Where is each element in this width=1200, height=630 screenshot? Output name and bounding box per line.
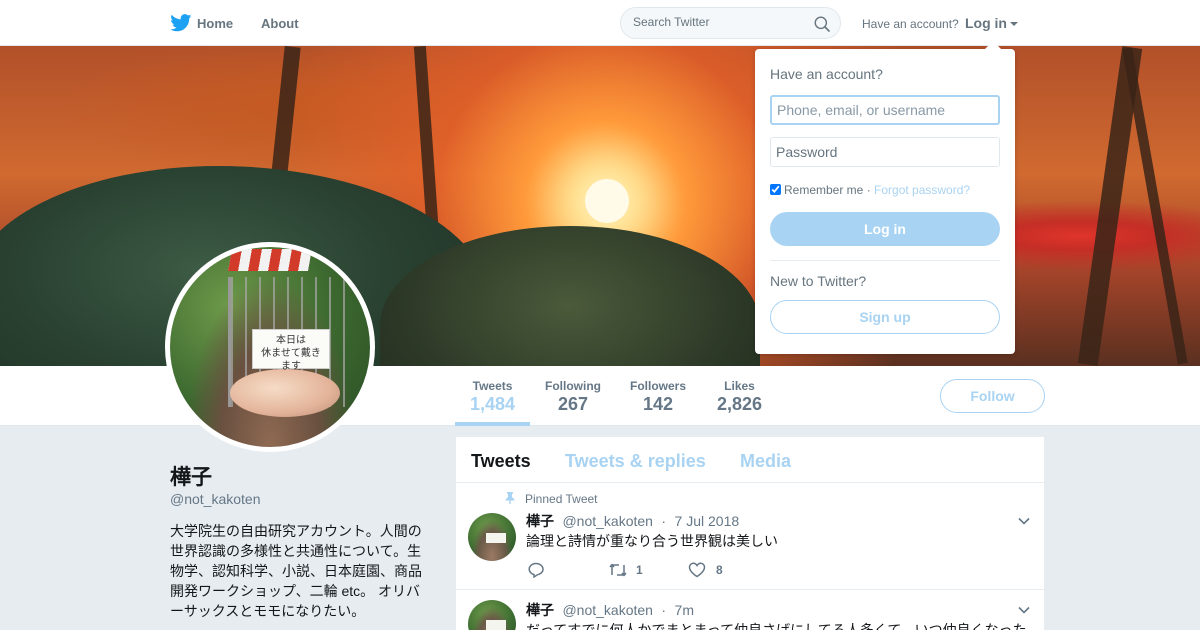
separator-dot: ·: [661, 513, 667, 529]
stat-label: Tweets: [472, 379, 513, 393]
have-account-text: Have an account?: [862, 17, 959, 31]
follow-button[interactable]: Follow: [940, 379, 1045, 413]
remember-me-label[interactable]: Remember me: [784, 183, 863, 197]
like-action[interactable]: 8: [688, 562, 738, 578]
chevron-down-icon[interactable]: [1018, 606, 1030, 614]
stat-followers[interactable]: Followers 142: [630, 379, 686, 415]
login-dropdown: Have an account? Remember me · Forgot pa…: [755, 41, 1015, 354]
tree-trunk: [1122, 47, 1188, 365]
profile-avatar[interactable]: 本日は 休ませて戴きます: [165, 242, 375, 452]
stat-value: 1,484: [470, 394, 516, 414]
remember-row: Remember me · Forgot password?: [770, 183, 970, 197]
search-box: [620, 7, 841, 39]
tweet-avatar[interactable]: [468, 600, 516, 630]
timeline-tabs: Tweets Tweets & replies Media: [456, 437, 1044, 483]
avatar-sign: 本日は 休ませて戴きます: [252, 329, 330, 372]
top-nav: Home About Have an account? Log in: [0, 0, 1200, 46]
stat-following[interactable]: Following 267: [545, 379, 601, 415]
stat-value: 267: [557, 394, 589, 414]
twitter-bird-icon[interactable]: [170, 14, 192, 32]
retweet-count: 1: [636, 563, 643, 577]
stat-label: Likes: [724, 379, 755, 393]
active-stat-indicator: [455, 422, 530, 426]
username-field[interactable]: [770, 95, 1000, 125]
tweet-timestamp[interactable]: 7m: [675, 602, 694, 618]
tweet-author-name[interactable]: 樺子: [526, 602, 554, 618]
new-to-twitter-text: New to Twitter?: [770, 273, 867, 289]
tweet-timestamp[interactable]: 7 Jul 2018: [675, 513, 740, 529]
avatar-sign: [486, 533, 506, 543]
login-button[interactable]: Log in: [770, 212, 1000, 246]
remember-me-checkbox[interactable]: [770, 184, 781, 195]
tab-tweets[interactable]: Tweets: [471, 451, 531, 472]
avatar-sign-line: 本日は: [276, 335, 306, 346]
avatar-sign-line: 休ませて戴きます: [261, 348, 321, 372]
reply-icon: [528, 562, 544, 578]
retweet-icon: [609, 563, 627, 577]
stat-label: Followers: [630, 379, 687, 393]
stat-label: Following: [545, 379, 601, 393]
tweet-item[interactable]: 樺子 @not_kakoten · 7m だってすでに何人かでまとまって仲良さげ…: [456, 590, 1044, 630]
avatar-awning: [228, 249, 312, 271]
timeline: Tweets Tweets & replies Media Pinned Twe…: [456, 437, 1044, 630]
profile-handle[interactable]: @not_kakoten: [170, 491, 261, 507]
divider: [770, 260, 1000, 261]
retweet-action[interactable]: 1: [608, 562, 658, 578]
profile-name[interactable]: 樺子: [170, 461, 212, 491]
pin-icon: [505, 492, 515, 504]
stat-value: 142: [642, 394, 674, 414]
signup-button[interactable]: Sign up: [770, 300, 1000, 334]
pinned-label: Pinned Tweet: [525, 492, 598, 506]
tweet-header: 樺子 @not_kakoten · 7 Jul 2018: [526, 511, 739, 531]
sun-glow: [585, 179, 629, 223]
search-input[interactable]: [633, 15, 803, 29]
tab-media[interactable]: Media: [740, 451, 791, 472]
forgot-password-link[interactable]: Forgot password?: [874, 183, 970, 197]
search-icon[interactable]: [814, 16, 830, 32]
heart-icon: [688, 562, 706, 578]
separator-dot: ·: [661, 602, 667, 618]
like-count: 8: [716, 563, 723, 577]
tweet-header: 樺子 @not_kakoten · 7m: [526, 600, 694, 620]
dropdown-title: Have an account?: [770, 66, 883, 82]
profile-bio: 大学院生の自由研究アカウント。人間の世界認識の多様性と共通性について。生物学、認…: [170, 523, 422, 619]
reply-action[interactable]: [528, 562, 558, 578]
nav-about-link[interactable]: About: [261, 16, 299, 31]
tweet-text: 論理と詩情が重なり合う世界観は美しい: [526, 533, 778, 549]
stat-likes[interactable]: Likes 2,826: [717, 379, 762, 415]
nav-home-link[interactable]: Home: [197, 16, 233, 31]
chevron-down-icon[interactable]: [1018, 517, 1030, 525]
stat-value: 2,826: [717, 394, 763, 414]
tweet-avatar[interactable]: [468, 513, 516, 561]
login-dropdown-toggle[interactable]: Log in: [965, 15, 1018, 31]
tweet-author-handle[interactable]: @not_kakoten: [562, 602, 653, 618]
chevron-down-icon: [1010, 22, 1018, 27]
login-toggle-label: Log in: [965, 15, 1007, 31]
tweet-author-name[interactable]: 樺子: [526, 513, 554, 529]
stat-tweets[interactable]: Tweets 1,484: [470, 379, 515, 415]
password-field[interactable]: [770, 137, 1000, 167]
dropdown-arrow: [985, 41, 1001, 49]
avatar-pig: [230, 369, 340, 417]
separator-dot: ·: [863, 183, 875, 197]
avatar-sign: [486, 620, 506, 630]
tweet-author-handle[interactable]: @not_kakoten: [562, 513, 653, 529]
tweet-item[interactable]: Pinned Tweet 樺子 @not_kakoten · 7 Jul 201…: [456, 483, 1044, 590]
tab-tweets-replies[interactable]: Tweets & replies: [565, 451, 706, 472]
tweet-text: だってすでに何人かでまとまって仲良さげにしてる人多くて、いつ仲良くなった: [526, 622, 1027, 630]
